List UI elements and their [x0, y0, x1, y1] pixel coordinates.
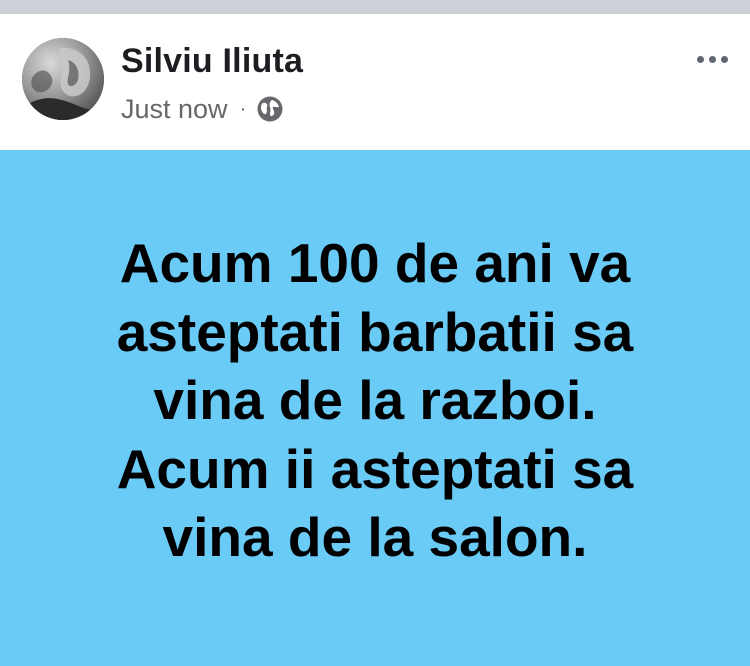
- post-background-card[interactable]: Acum 100 de ani va asteptati barbatii sa…: [0, 150, 750, 666]
- post-timestamp[interactable]: Just now: [121, 94, 228, 125]
- top-divider-strip: [0, 0, 750, 14]
- more-options-button[interactable]: [690, 46, 734, 72]
- post-text-line: Acum 100 de ani va: [119, 232, 631, 294]
- more-horizontal-icon: [696, 55, 704, 63]
- post-text: Acum 100 de ani va asteptati barbatii sa…: [30, 229, 720, 572]
- meta-separator: ·: [239, 98, 247, 120]
- post-meta: Just now ·: [121, 92, 284, 126]
- author-name[interactable]: Silviu Iliuta: [121, 42, 303, 81]
- more-horizontal-icon: [720, 55, 728, 63]
- post-text-line: vina de la razboi.: [153, 369, 597, 431]
- post-text-line: Acum ii asteptati sa: [116, 437, 634, 500]
- globe-icon[interactable]: [256, 95, 284, 123]
- post-header: Silviu Iliuta Just now ·: [0, 14, 750, 150]
- post-text-line: asteptati barbatii sa: [116, 300, 634, 363]
- more-horizontal-icon: [708, 55, 716, 63]
- avatar-photo: [22, 38, 104, 120]
- author-avatar[interactable]: [22, 38, 104, 120]
- post-text-line: vina de la salon.: [162, 506, 588, 568]
